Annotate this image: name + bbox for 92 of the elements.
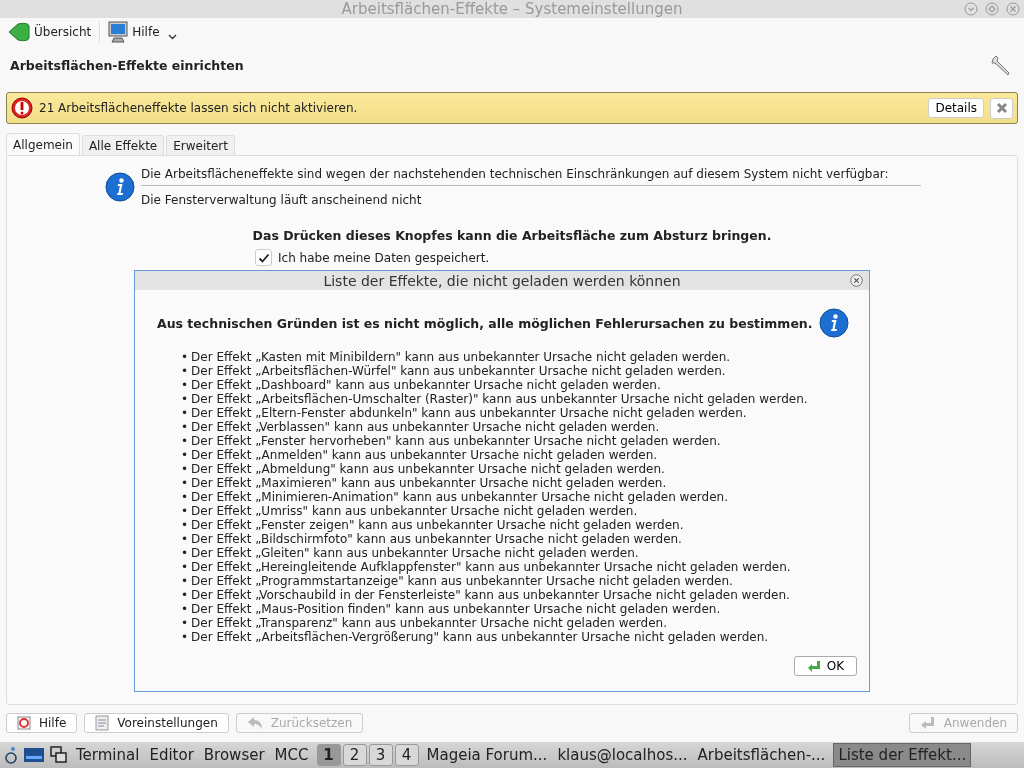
effect-error-text: Der Effekt „Dashboard" kann aus unbekannter Ursache nicht geladen werden. <box>191 378 661 392</box>
return-arrow-icon <box>806 660 821 672</box>
bullet: • <box>181 574 189 588</box>
bullet: • <box>181 504 189 518</box>
effect-error-text: Der Effekt „Fenster hervorheben" kann aus unbekannter Ursache nicht geladen werden. <box>191 434 721 448</box>
launcher[interactable]: Editor <box>147 746 196 764</box>
wrench-icon <box>990 54 1012 76</box>
page-heading: Arbeitsflächen-Effekte einrichten <box>10 57 244 73</box>
undo-arrow-icon <box>246 716 263 730</box>
task-button[interactable]: Arbeitsflächen-... <box>695 743 828 767</box>
return-arrow-icon <box>919 716 936 730</box>
dialog-heading: Aus technischen Gründen ist es nicht möglich, alle möglichen Fehlerursachen zu bestimmen. <box>157 315 813 331</box>
desktop-button[interactable]: 3 <box>368 744 393 766</box>
effect-error-text: Der Effekt „Vorschaubild in der Fensterleiste" kann aus unbekannter Ursache nicht geladen werden. <box>191 588 790 602</box>
bullet: • <box>181 518 189 532</box>
checkbox[interactable] <box>255 249 272 266</box>
bullet: • <box>181 462 189 476</box>
bullet: • <box>181 350 189 364</box>
effect-error-text: Der Effekt „Eltern-Fenster abdunkeln" kann aus unbekannter Ursache nicht geladen werden. <box>191 406 747 420</box>
bullet: • <box>181 546 189 560</box>
error-message: 21 Arbeitsflächeneffekte lassen sich nicht aktivieren. <box>39 101 359 115</box>
effect-error-text: Der Effekt „Maximieren" kann aus unbekannter Ursache nicht geladen werden. <box>191 476 667 490</box>
effect-error-text: Der Effekt „Bildschirmfoto" kann aus unbekannter Ursache nicht geladen werden. <box>191 532 682 546</box>
bullet: • <box>181 490 189 504</box>
window-title: Arbeitsflächen-Effekte – Systemeinstellungen <box>341 0 683 18</box>
close-icon[interactable] <box>850 274 863 287</box>
launcher[interactable]: Terminal <box>74 746 142 764</box>
checkmark-icon <box>257 251 270 264</box>
tab[interactable]: Alle Effekte <box>81 135 165 155</box>
error-icon <box>11 97 33 119</box>
windows-icon[interactable] <box>50 746 68 764</box>
effect-error-text: Der Effekt „Minimieren-Animation" kann aus unbekannter Ursache nicht geladen werden. <box>191 490 728 504</box>
effect-error-text: Der Effekt „Kasten mit Minibildern" kann aus unbekannter Ursache nicht geladen werden. <box>191 350 731 364</box>
bullet: • <box>181 476 189 490</box>
ok-button[interactable]: OK <box>794 656 857 676</box>
desktop-icon[interactable] <box>24 747 44 763</box>
bullet: • <box>181 588 189 602</box>
info-icon <box>818 308 849 338</box>
info-text: Die Arbeitsflächeneffekte sind wegen der nachstehenden technischen Einschränkungen auf diesem System nicht verfügbar: <box>141 166 890 183</box>
bullet: • <box>181 378 189 392</box>
effect-error-text: Der Effekt „Umriss" kann aus unbekannter Ursache nicht geladen werden. <box>191 504 638 518</box>
bullet: • <box>181 420 189 434</box>
effect-error-text: Der Effekt „Anmelden" kann aus unbekannter Ursache nicht geladen werden. <box>191 448 658 462</box>
defaults-button[interactable]: Voreinstellungen <box>84 713 229 733</box>
task-button[interactable]: klaus@localhos... <box>555 743 690 767</box>
warning-text: Das Drücken dieses Knopfes kann die Arbeitsfläche zum Absturz bringen. <box>252 228 772 243</box>
bullet: • <box>181 560 189 574</box>
caret-icon <box>167 34 177 40</box>
effect-error-text: Der Effekt „Arbeitsflächen-Würfel" kann aus unbekannter Ursache nicht geladen werden. <box>191 364 726 378</box>
effect-error-text: Der Effekt „Fenster zeigen" kann aus unbekannter Ursache nicht geladen werden. <box>191 518 684 532</box>
monitor-icon <box>108 21 129 43</box>
info-text: Die Fensterverwaltung läuft anscheinend nicht <box>141 192 423 209</box>
effect-error-text: Der Effekt „Arbeitsflächen-Vergrößerung" kann aus unbekannter Ursache nicht geladen werden. <box>191 630 769 644</box>
bullet: • <box>181 406 189 420</box>
bullet: • <box>181 616 189 630</box>
close-button[interactable] <box>990 97 1013 119</box>
desktop-button[interactable]: 1 <box>316 744 341 766</box>
menu-icon[interactable] <box>4 746 18 764</box>
desktop-button[interactable]: 2 <box>342 744 367 766</box>
desktop-button[interactable]: 4 <box>394 744 419 766</box>
lifebuoy-icon <box>17 716 31 730</box>
help-button[interactable]: Hilfe <box>6 713 78 733</box>
document-icon <box>95 715 110 731</box>
task-button[interactable]: Mageia Forum... <box>424 743 550 767</box>
help-menu-button[interactable]: Hilfe <box>104 19 181 45</box>
effect-error-text: Der Effekt „Hereingleitende Aufklappfenster" kann aus unbekannter Ursache nicht geladen werden. <box>191 560 791 574</box>
info-icon <box>105 172 135 202</box>
effect-error-text: Der Effekt „Programmstartanzeige" kann aus unbekannter Ursache nicht geladen werden. <box>191 574 733 588</box>
close-icon <box>995 102 1008 114</box>
effect-error-text: Der Effekt „Verblassen" kann aus unbekannter Ursache nicht geladen werden. <box>191 420 660 434</box>
bullet: • <box>181 392 189 406</box>
overview-button[interactable]: Übersicht <box>4 19 96 45</box>
bullet: • <box>181 448 189 462</box>
tab[interactable]: Allgemein <box>6 133 80 155</box>
details-button[interactable]: Details <box>928 98 984 118</box>
bullet: • <box>181 532 189 546</box>
back-arrow-icon <box>8 22 30 42</box>
launcher[interactable]: Browser <box>201 746 267 764</box>
effect-error-text: Der Effekt „Transparenz" kann aus unbekannter Ursache nicht geladen werden. <box>191 616 667 630</box>
effect-error-text: Der Effekt „Abmeldung" kann aus unbekannter Ursache nicht geladen werden. <box>191 462 665 476</box>
launcher[interactable]: MCC <box>272 746 311 764</box>
effect-error-text: Der Effekt „Maus-Position finden" kann aus unbekannter Ursache nicht geladen werden. <box>191 602 721 616</box>
task-button[interactable]: Liste der Effekt... <box>833 743 972 767</box>
bullet: • <box>181 602 189 616</box>
bullet: • <box>181 630 189 644</box>
effect-error-text: Der Effekt „Arbeitsflächen-Umschalter (Raster)" kann aus unbekannter Ursache nicht geladen werden. <box>191 392 808 406</box>
saved-data-checkbox[interactable]: Ich habe meine Daten gespeichert. <box>255 249 505 266</box>
tab[interactable]: Erweitert <box>166 135 235 155</box>
effect-error-text: Der Effekt „Gleiten" kann aus unbekannter Ursache nicht geladen werden. <box>191 546 639 560</box>
dialog-title: Liste der Effekte, die nicht geladen werden können <box>323 272 681 289</box>
bullet: • <box>181 434 189 448</box>
bullet: • <box>181 364 189 378</box>
